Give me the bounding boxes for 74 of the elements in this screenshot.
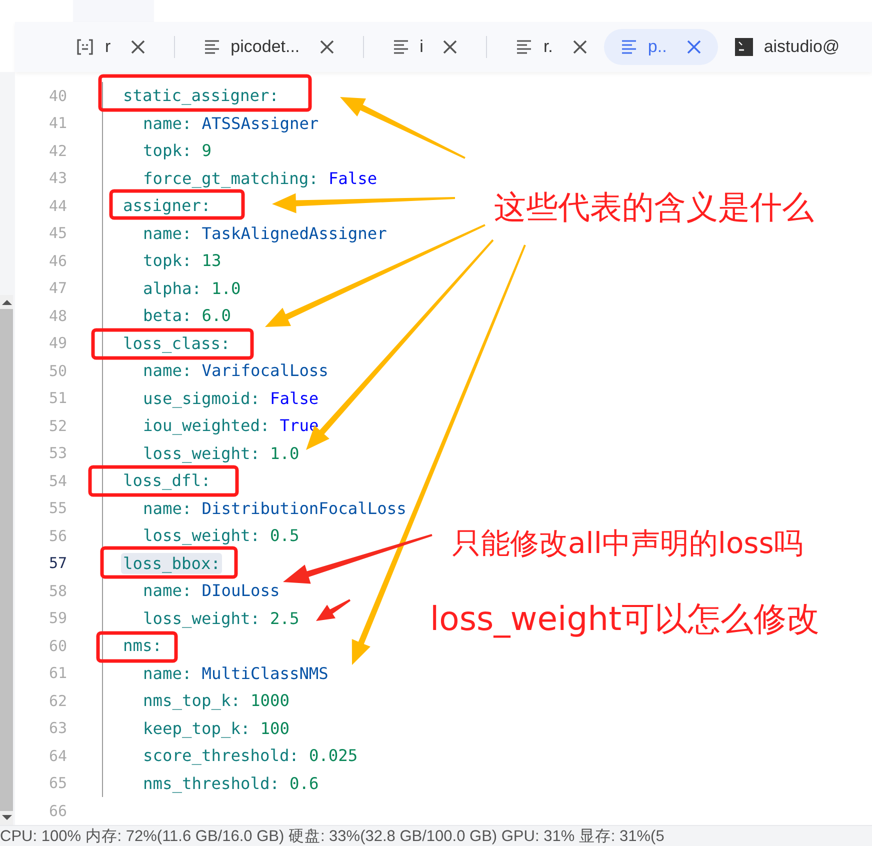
- editor-tab[interactable]: r.: [499, 29, 604, 65]
- line-number: 50: [48, 362, 67, 380]
- code-line: name: TaskAlignedAssigner: [143, 224, 387, 243]
- line-number: 46: [48, 252, 67, 270]
- code-line: topk: 13: [143, 251, 222, 270]
- line-number: 47: [48, 279, 67, 298]
- code-line: loss_weight: 2.5: [143, 608, 300, 628]
- document-icon: [620, 39, 637, 55]
- code-line: loss_weight: 0.5: [143, 526, 300, 546]
- document-icon: [392, 39, 409, 55]
- scroll-down-icon[interactable]: [0, 814, 12, 822]
- code-line: use_sigmoid: False: [143, 388, 319, 408]
- close-icon[interactable]: [572, 40, 587, 54]
- line-number: 63: [48, 719, 67, 738]
- line-number: 45: [48, 224, 67, 242]
- close-icon[interactable]: [130, 40, 145, 54]
- line-number: 64: [48, 746, 67, 765]
- line-number: 42: [48, 142, 67, 160]
- line-number: 59: [48, 609, 67, 628]
- line-number: 61: [48, 664, 67, 682]
- code-line: keep_top_k: 100: [143, 718, 290, 738]
- code-line: alpha: 1.0: [143, 278, 241, 298]
- terminal-icon: [734, 38, 753, 56]
- line-number: 65: [48, 774, 67, 792]
- line-number: 56: [48, 526, 67, 545]
- code-line: nms_threshold: 0.6: [143, 774, 319, 793]
- line-number: 58: [48, 582, 67, 600]
- annotation-text: 只能修改all中声明的loss吗: [452, 525, 803, 562]
- code-line: loss_dfl:: [122, 470, 212, 492]
- editor-tab[interactable]: aistudio@: [718, 29, 857, 65]
- code-line: name: MultiClassNMS: [143, 664, 328, 683]
- code-line: name: ATSSAssigner: [143, 114, 319, 133]
- editor-tab[interactable]: p..: [604, 29, 718, 65]
- line-number: 48: [48, 306, 67, 325]
- close-icon[interactable]: [443, 40, 458, 54]
- code-line: nms:: [122, 635, 163, 656]
- code-line: loss_weight: 1.0: [143, 444, 300, 463]
- line-number: 44: [48, 196, 67, 215]
- code-line: assigner:: [122, 195, 212, 216]
- close-icon[interactable]: [686, 40, 701, 54]
- close-icon[interactable]: [320, 40, 334, 54]
- line-number: 54: [48, 472, 67, 490]
- line-number: 53: [48, 444, 67, 462]
- code-line: name: DistributionFocalLoss: [143, 498, 406, 518]
- line-number: 40: [48, 86, 67, 105]
- line-number: 52: [48, 416, 67, 435]
- line-number: 51: [48, 389, 67, 408]
- code-line: topk: 9: [143, 141, 212, 160]
- line-number: 49: [48, 334, 67, 352]
- code-line: name: VarifocalLoss: [143, 361, 328, 380]
- scroll-up-icon[interactable]: [0, 298, 12, 306]
- annotation-text: 这些代表的含义是什么: [494, 187, 814, 228]
- code-line: static_assigner:: [122, 85, 280, 106]
- line-number: 60: [48, 636, 67, 655]
- document-icon: [204, 39, 220, 55]
- line-number: 57: [48, 554, 67, 572]
- status-bar: CPU: 100% 内存: 72%(11.6 GB/16.0 GB) 硬盘: 33%(32.8 GB/100.0 GB) GPU: 31% 显存: 31%(5: [0, 825, 872, 846]
- line-number: 55: [48, 499, 67, 518]
- bracket-icon: [76, 38, 94, 56]
- code-line: beta: 6.0: [143, 306, 231, 326]
- line-number: 41: [48, 114, 67, 132]
- annotation-text: loss_weight可以怎么修改: [430, 598, 820, 640]
- editor-tab[interactable]: i: [376, 29, 474, 65]
- editor-tab[interactable]: r: [59, 29, 162, 65]
- code-line: nms_top_k: 1000: [143, 691, 290, 710]
- code-line: force_gt_matching: False: [143, 168, 378, 188]
- code-line: name: DIouLoss: [143, 581, 280, 600]
- line-number: 43: [48, 169, 67, 188]
- code-line: loss_class:: [122, 332, 232, 354]
- code-line: score_threshold: 0.025: [143, 746, 358, 766]
- editor-tab[interactable]: picodet...: [186, 29, 351, 65]
- line-number: 62: [48, 692, 67, 710]
- document-icon: [516, 39, 532, 55]
- line-number: 66: [48, 802, 67, 820]
